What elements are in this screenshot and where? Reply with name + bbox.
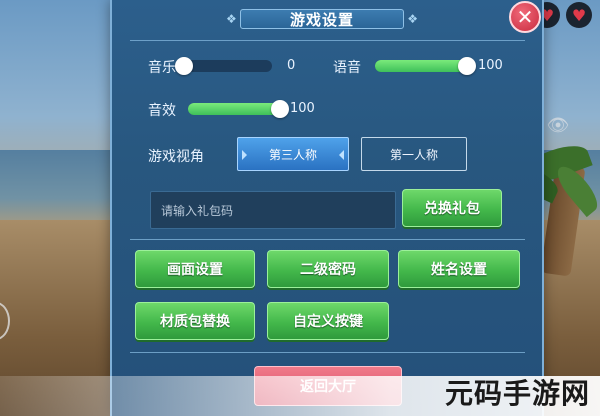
watermark-logo: 元码手游网 [444,377,590,410]
gift-code-input[interactable]: 请输入礼包码 [150,191,396,229]
custom-keys-button[interactable]: 自定义按键 [267,302,389,340]
eye-icon[interactable]: 👁 [544,115,572,136]
sfx-value: 100 [290,101,315,116]
third-person-option[interactable]: 第三人称 [237,137,349,171]
dialog-title: 游戏设置 [289,10,354,29]
display-settings-button[interactable]: 画面设置 [135,250,255,288]
texture-pack-button[interactable]: 材质包替换 [135,302,255,340]
joystick-edge[interactable] [0,302,10,340]
slider-knob[interactable] [271,100,289,118]
divider [130,239,525,240]
heart-icon[interactable]: ♥ [566,2,592,28]
ornament-icon: ❖ [226,12,237,26]
music-value: 0 [287,58,296,73]
palm-tree [540,163,586,277]
voice-value: 100 [478,58,503,73]
name-settings-button[interactable]: 姓名设置 [398,250,520,288]
slider-fill [375,60,467,72]
slider-knob[interactable] [175,57,193,75]
secondary-password-button[interactable]: 二级密码 [267,250,389,288]
music-label: 音乐 [148,60,176,76]
back-to-lobby-button[interactable]: 返回大厅 [254,366,402,406]
close-button[interactable]: ✕ [509,1,541,33]
divider [130,352,525,353]
divider [130,40,525,41]
music-slider[interactable] [175,57,272,75]
title-bar: ❖ 游戏设置 ❖ [226,7,418,31]
sfx-slider[interactable] [188,100,289,118]
slider-knob[interactable] [458,57,476,75]
slider-fill [188,103,280,115]
sfx-label: 音效 [148,103,176,119]
first-person-option[interactable]: 第一人称 [361,137,467,171]
ornament-icon: ❖ [407,12,418,26]
view-label: 游戏视角 [148,149,204,165]
voice-label: 语音 [333,60,361,76]
redeem-gift-button[interactable]: 兑换礼包 [402,189,502,227]
voice-slider[interactable] [375,57,476,75]
palm-leaf [551,160,600,218]
